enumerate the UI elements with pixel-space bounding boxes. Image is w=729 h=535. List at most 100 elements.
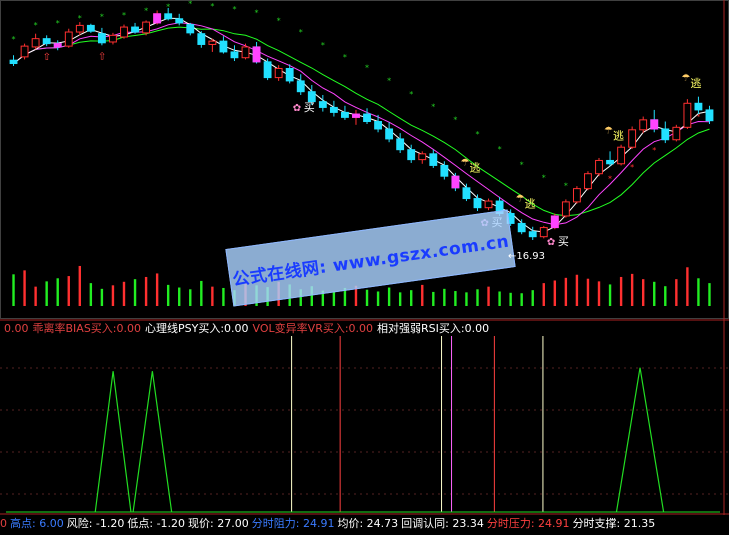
candle-body-59 (661, 128, 670, 141)
indicator-title-1: 乖离率BIAS买入:0.00 (32, 322, 142, 335)
volume-bar-44 (498, 291, 501, 306)
volume-bar-0 (12, 274, 15, 306)
volume-bar-42 (476, 289, 479, 306)
volume-bar-33 (376, 291, 380, 306)
volume-bar-3 (45, 281, 48, 306)
up-arrow-icon-0: ⇧ (43, 52, 51, 63)
status-item-7: 回调认同: 23.34 (401, 517, 484, 530)
candle-body-43 (484, 200, 493, 209)
buy-signal-icon-0: ✿ (293, 103, 301, 114)
status-item-5: 分时阻力: 24.91 (251, 517, 335, 530)
trend-dot-30: * (343, 53, 347, 62)
ma-line-long (13, 26, 710, 217)
trend-dot-0: * (12, 35, 16, 44)
candle-body-37 (418, 153, 427, 161)
trend-dot-26: * (299, 28, 303, 37)
candle-body-9 (109, 34, 117, 43)
candle-body-20 (230, 51, 239, 59)
highlight-body-4 (53, 43, 62, 48)
volume-bar-34 (387, 287, 391, 306)
candle-body-17 (197, 33, 206, 45)
trend-dot-12: * (144, 7, 148, 16)
trend-dot-2: * (34, 21, 38, 30)
volume-bar-52 (586, 278, 590, 306)
volume-bar-47 (531, 290, 534, 306)
candle-body-19 (219, 40, 228, 53)
highlight-body-40 (451, 175, 460, 189)
trend-dot-58: * (652, 146, 656, 155)
volume-bar-51 (575, 274, 579, 306)
candle-body-11 (131, 26, 139, 33)
candle-body-12 (142, 21, 151, 34)
candle-body-21 (241, 46, 250, 59)
status-item-4: 现价: 27.00 (188, 517, 249, 530)
candle-body-29 (329, 106, 338, 113)
candle-body-2 (31, 38, 40, 48)
trend-dot-56: * (630, 163, 634, 172)
candle-body-54 (606, 159, 614, 165)
volume-bar-58 (653, 281, 656, 306)
volume-bar-18 (211, 286, 214, 306)
volume-bar-48 (542, 283, 545, 306)
volume-bar-59 (664, 286, 667, 306)
trend-dot-44: * (498, 145, 502, 154)
candle-body-56 (628, 129, 637, 148)
candle-body-15 (175, 18, 184, 24)
trend-dot-32: * (365, 63, 369, 72)
candle-body-36 (407, 149, 416, 161)
status-item-6: 均价: 24.73 (337, 517, 399, 530)
indicator-title-4: 相对强弱RSI买入:0.00 (377, 322, 490, 335)
candle-body-32 (363, 113, 371, 123)
volume-bar-1 (23, 270, 26, 306)
sell-signal-label-2: 逃 (525, 197, 536, 210)
volume-bar-54 (608, 284, 612, 306)
highlight-body-13 (153, 13, 162, 24)
candle-body-35 (396, 138, 405, 151)
indicator-title-0: 0.00 (4, 322, 29, 335)
volume-bar-62 (697, 278, 700, 306)
candle-body-0 (9, 59, 18, 65)
candle-body-14 (164, 13, 173, 20)
low-price-marker: ←16.93 (508, 251, 546, 262)
volume-bar-12 (144, 276, 148, 306)
candle-body-30 (341, 111, 349, 118)
volume-bar-32 (365, 289, 369, 306)
buy-signal-label-2: 买 (558, 235, 569, 248)
signal-peak-2 (615, 367, 665, 513)
stock-chart-window: ********************************☂逃☂逃☂逃☂逃… (0, 0, 729, 535)
volume-bar-49 (553, 280, 557, 306)
candle-body-23 (263, 61, 272, 79)
candle-body-46 (517, 222, 526, 233)
candle-body-48 (539, 227, 548, 238)
sell-signal-icon-3: ☂ (604, 125, 613, 136)
candle-body-60 (672, 126, 681, 141)
trend-dot-24: * (277, 16, 281, 25)
volume-bar-55 (619, 276, 623, 306)
volume-bar-60 (675, 279, 678, 306)
volume-bar-16 (189, 289, 192, 306)
status-item-1: 高点: 6.00 (10, 517, 64, 530)
sell-signal-icon-4: ☂ (681, 73, 690, 84)
status-item-0: 0 (0, 517, 7, 530)
trend-dot-18: * (210, 2, 214, 11)
candle-body-52 (584, 173, 592, 190)
trend-dot-34: * (387, 77, 391, 86)
volume-bar-36 (410, 290, 413, 306)
sell-signal-icon-2: ☂ (516, 193, 525, 204)
candle-body-42 (473, 198, 482, 209)
trend-dot-22: * (255, 9, 259, 18)
candle-body-34 (385, 128, 394, 140)
trend-dot-40: * (453, 115, 457, 124)
candle-body-26 (296, 80, 305, 93)
candle-body-47 (528, 231, 537, 238)
volume-bar-39 (443, 288, 446, 306)
highlight-body-31 (352, 113, 360, 118)
buy-signal-icon-2: ✿ (547, 237, 555, 248)
trend-dot-8: * (100, 13, 104, 22)
signal-peak-1 (132, 371, 173, 513)
highlight-body-49 (550, 215, 559, 229)
volume-bar-13 (155, 273, 159, 306)
trend-dot-6: * (78, 14, 82, 23)
highlight-body-58 (650, 119, 659, 130)
trend-dot-10: * (122, 11, 126, 20)
